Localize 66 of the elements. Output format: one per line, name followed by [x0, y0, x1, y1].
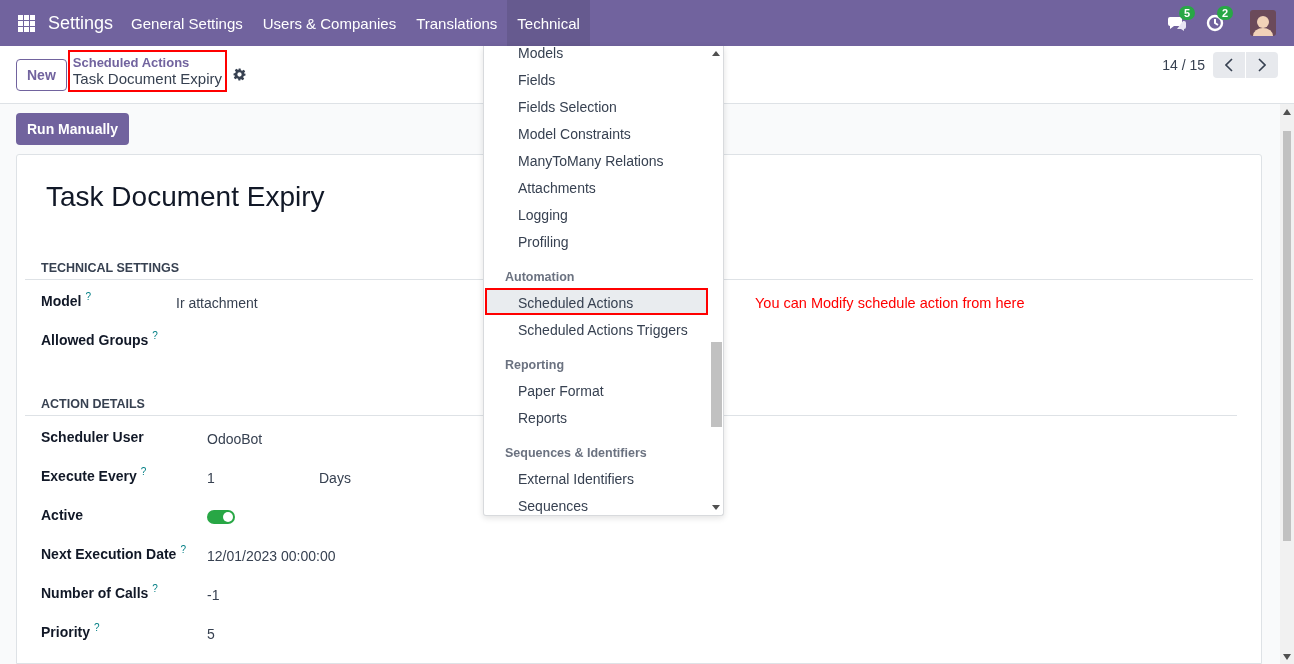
- annotation-note: You can Modify schedule action from here: [755, 295, 1025, 311]
- record-name: Task Document Expiry: [72, 69, 222, 87]
- app-title: Settings: [48, 12, 114, 34]
- help-tooltip[interactable]: ?: [94, 622, 100, 633]
- clock-icon[interactable]: [1206, 14, 1224, 32]
- scroll-up-icon[interactable]: [1283, 109, 1291, 115]
- menu-item[interactable]: Scheduled Actions: [485, 288, 708, 315]
- toggle-switch[interactable]: [207, 510, 235, 524]
- menu-item[interactable]: Fields: [485, 65, 708, 92]
- menu-item[interactable]: Logging: [485, 200, 708, 227]
- field-label: Priority $^{?}$: [41, 621, 101, 642]
- scrollbar-thumb[interactable]: [1283, 131, 1291, 541]
- help-tooltip[interactable]: ?: [152, 330, 158, 341]
- record-title: Task Document Expiry: [46, 181, 325, 213]
- user-avatar[interactable]: [1250, 10, 1276, 36]
- pager-counter: 14 / 15: [1162, 56, 1205, 73]
- help-tooltip[interactable]: ?: [152, 583, 158, 594]
- unit-value[interactable]: Days: [319, 470, 351, 486]
- new-button[interactable]: New: [16, 58, 67, 91]
- field-value[interactable]: 12/01/2023 00:00:00: [207, 548, 336, 564]
- field-value[interactable]: 1: [207, 470, 215, 486]
- activity-count: 2: [1217, 6, 1234, 20]
- field-label: Active: [41, 506, 85, 525]
- scrollbar[interactable]: [1280, 104, 1294, 664]
- chat-icon[interactable]: [1168, 15, 1186, 31]
- chevron-right-icon: [1258, 57, 1266, 72]
- scroll-down-icon[interactable]: [712, 505, 720, 510]
- field-label: Scheduler User: [41, 428, 145, 447]
- breadcrumb-link[interactable]: Scheduled Actions: [72, 54, 222, 70]
- menu-tab[interactable]: Users & Companies: [252, 0, 407, 46]
- help-tooltip[interactable]: ?: [180, 544, 186, 555]
- menu-item[interactable]: Sequences: [485, 491, 708, 515]
- menu-section-heading: Sequences & Identifiers: [504, 445, 648, 462]
- field-value[interactable]: OdooBot: [207, 431, 263, 447]
- help-tooltip[interactable]: ?: [140, 466, 147, 477]
- menu-item[interactable]: Model Constraints: [485, 119, 708, 146]
- menu-item[interactable]: Fields Selection: [485, 92, 708, 119]
- field-label: Next Execution Date $^{?}$: [41, 543, 187, 564]
- menu-section-heading: Reporting: [504, 357, 566, 374]
- chevron-left-icon: [1225, 57, 1233, 72]
- field-value[interactable]: Ir attachment: [176, 295, 258, 311]
- field-value[interactable]: -1: [207, 587, 220, 603]
- scroll-down-icon[interactable]: [1283, 654, 1291, 660]
- menu-item[interactable]: Scheduled Actions Triggers: [485, 315, 708, 342]
- scrollbar-thumb[interactable]: [710, 342, 722, 427]
- menu-item[interactable]: Attachments: [485, 173, 708, 200]
- help-tooltip[interactable]: ?: [85, 291, 91, 302]
- message-count: 5: [1179, 6, 1196, 20]
- settings-icon[interactable]: [233, 68, 246, 81]
- scroll-up-icon[interactable]: [712, 51, 720, 56]
- run-manually-button[interactable]: Run Manually: [16, 113, 129, 145]
- menu-item[interactable]: ManyToMany Relations: [485, 146, 708, 173]
- field-value[interactable]: 5: [207, 626, 215, 642]
- menu-tab[interactable]: Technical: [507, 0, 590, 46]
- field-label: Number of Calls $^{?}$: [41, 582, 159, 603]
- menu-item[interactable]: External Identifiers: [485, 464, 708, 491]
- menu-tab[interactable]: General Settings: [121, 0, 253, 46]
- menu-tab[interactable]: Translations: [406, 0, 508, 46]
- previous-button[interactable]: [1213, 51, 1245, 78]
- field-label: Execute Every $^{?}$: [41, 465, 148, 486]
- next-button[interactable]: [1246, 51, 1278, 78]
- menu-item[interactable]: Models: [485, 46, 708, 65]
- field-label: Model $^{?}$: [41, 290, 92, 311]
- apps-menu-icon[interactable]: [18, 14, 35, 32]
- menu-item[interactable]: Profiling: [485, 227, 708, 254]
- field-label: Allowed Groups $^{?}$: [41, 329, 159, 350]
